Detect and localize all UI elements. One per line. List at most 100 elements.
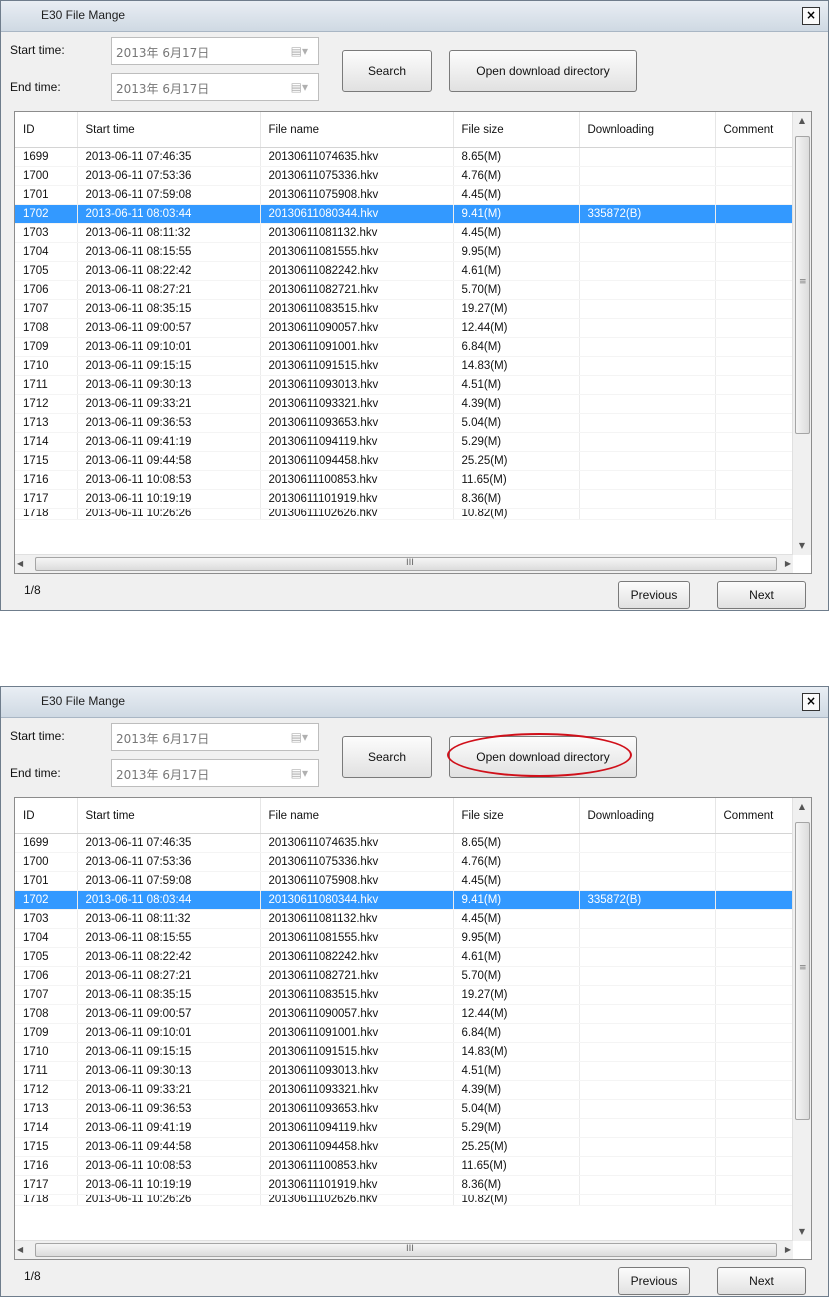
table-row[interactable]: 1716 2013-06-11 10:08:53 20130611100853.hk… [15,470,794,490]
table-row[interactable]: 1718 2013-06-11 10:26:26 20130611102626.hk… [15,1194,794,1206]
table-row[interactable]: 1713 2013-06-11 09:36:53 20130611093653.hk… [15,413,794,433]
table-row[interactable]: 1702 2013-06-11 08:03:44 20130611080344.hk… [15,204,794,224]
cell-file-name: 20130611081132.hkv [260,223,454,243]
table-row[interactable]: 1701 2013-06-11 07:59:08 20130611075908.hk… [15,871,794,891]
table-row[interactable]: 1707 2013-06-11 08:35:15 20130611083515.hk… [15,299,794,319]
next-button[interactable]: Next [717,581,806,609]
table-row[interactable]: 1704 2013-06-11 08:15:55 20130611081555.hk… [15,242,794,262]
next-button[interactable]: Next [717,1267,806,1295]
column-header-file-name[interactable]: File name [260,798,454,834]
scroll-left-icon[interactable]: ◀ [17,555,23,573]
table-row[interactable]: 1699 2013-06-11 07:46:35 20130611074635.hk… [15,147,794,167]
cell-file-size: 12.44(M) [453,1004,580,1024]
table-row[interactable]: 1718 2013-06-11 10:26:26 20130611102626.hk… [15,508,794,520]
calendar-icon[interactable]: ▤▾ [291,730,308,744]
column-header-id[interactable]: ID [15,112,78,148]
cell-file-name: 20130611075908.hkv [260,871,454,891]
column-header-comment[interactable]: Comment [715,112,794,148]
column-header-file-name[interactable]: File name [260,112,454,148]
search-button[interactable]: Search [342,50,432,92]
column-header-start-time[interactable]: Start time [77,112,261,148]
vertical-scroll-thumb[interactable]: ≡ [795,136,810,434]
start-time-picker[interactable]: 2013年 6月17日 ▤▾ [111,37,319,65]
table-row[interactable]: 1702 2013-06-11 08:03:44 20130611080344.hk… [15,890,794,910]
table-row[interactable]: 1708 2013-06-11 09:00:57 20130611090057.hk… [15,1004,794,1024]
column-header-file-size[interactable]: File size [453,112,580,148]
table-row[interactable]: 1712 2013-06-11 09:33:21 20130611093321.hk… [15,394,794,414]
vertical-scrollbar[interactable]: ▲ ≡ ▼ [792,798,811,1241]
search-button[interactable]: Search [342,736,432,778]
table-row[interactable]: 1706 2013-06-11 08:27:21 20130611082721.hk… [15,966,794,986]
table-row[interactable]: 1716 2013-06-11 10:08:53 20130611100853.hk… [15,1156,794,1176]
start-time-picker[interactable]: 2013年 6月17日 ▤▾ [111,723,319,751]
table-row[interactable]: 1700 2013-06-11 07:53:36 20130611075336.hk… [15,166,794,186]
table-row[interactable]: 1706 2013-06-11 08:27:21 20130611082721.hk… [15,280,794,300]
vertical-scrollbar[interactable]: ▲ ≡ ▼ [792,112,811,555]
scroll-up-icon[interactable]: ▲ [793,112,811,130]
cell-start-time: 2013-06-11 09:33:21 [77,1080,261,1100]
close-icon[interactable]: × [802,7,820,25]
column-header-id[interactable]: ID [15,798,78,834]
column-header-downloading[interactable]: Downloading [579,112,716,148]
table-row[interactable]: 1711 2013-06-11 09:30:13 20130611093013.hk… [15,375,794,395]
table-row[interactable]: 1707 2013-06-11 08:35:15 20130611083515.hk… [15,985,794,1005]
table-row[interactable]: 1717 2013-06-11 10:19:19 20130611101919.hk… [15,489,794,509]
file-manager-window: E30 File Mange × Start time: 2013年 6月17日… [0,686,829,1297]
table-row[interactable]: 1709 2013-06-11 09:10:01 20130611091001.hk… [15,337,794,357]
table-row[interactable]: 1699 2013-06-11 07:46:35 20130611074635.hk… [15,833,794,853]
scroll-down-icon[interactable]: ▼ [793,537,811,555]
table-row[interactable]: 1703 2013-06-11 08:11:32 20130611081132.hk… [15,909,794,929]
cell-start-time: 2013-06-11 09:10:01 [77,1023,261,1043]
column-header-start-time[interactable]: Start time [77,798,261,834]
table-row[interactable]: 1714 2013-06-11 09:41:19 20130611094119.hk… [15,432,794,452]
table-row[interactable]: 1700 2013-06-11 07:53:36 20130611075336.hk… [15,852,794,872]
cell-file-name: 20130611101919.hkv [260,489,454,509]
end-time-picker[interactable]: 2013年 6月17日 ▤▾ [111,73,319,101]
previous-button[interactable]: Previous [618,1267,690,1295]
table-row[interactable]: 1709 2013-06-11 09:10:01 20130611091001.hk… [15,1023,794,1043]
end-time-picker[interactable]: 2013年 6月17日 ▤▾ [111,759,319,787]
table-row[interactable]: 1711 2013-06-11 09:30:13 20130611093013.hk… [15,1061,794,1081]
table-row[interactable]: 1705 2013-06-11 08:22:42 20130611082242.hk… [15,947,794,967]
table-row[interactable]: 1703 2013-06-11 08:11:32 20130611081132.hk… [15,223,794,243]
column-header-downloading[interactable]: Downloading [579,798,716,834]
scroll-left-icon[interactable]: ◀ [17,1241,23,1259]
scroll-right-icon[interactable]: ▶ [785,555,791,573]
previous-button[interactable]: Previous [618,581,690,609]
calendar-icon[interactable]: ▤▾ [291,766,308,780]
calendar-icon[interactable]: ▤▾ [291,80,308,94]
table-row[interactable]: 1704 2013-06-11 08:15:55 20130611081555.hk… [15,928,794,948]
column-header-comment[interactable]: Comment [715,798,794,834]
cell-file-name: 20130611081555.hkv [260,928,454,948]
horizontal-scrollbar[interactable]: ◀ III ▶ [15,1240,793,1259]
table-row[interactable]: 1705 2013-06-11 08:22:42 20130611082242.hk… [15,261,794,281]
cell-file-name: 20130611091515.hkv [260,1042,454,1062]
table-row[interactable]: 1710 2013-06-11 09:15:15 20130611091515.hk… [15,1042,794,1062]
table-row[interactable]: 1713 2013-06-11 09:36:53 20130611093653.hk… [15,1099,794,1119]
cell-file-size: 4.45(M) [453,909,580,929]
table-row[interactable]: 1710 2013-06-11 09:15:15 20130611091515.hk… [15,356,794,376]
table-row[interactable]: 1708 2013-06-11 09:00:57 20130611090057.hk… [15,318,794,338]
scroll-right-icon[interactable]: ▶ [785,1241,791,1259]
horizontal-scroll-thumb[interactable]: III [35,557,777,571]
cell-file-name: 20130611074635.hkv [260,833,454,853]
cell-downloading [579,356,716,376]
table-row[interactable]: 1714 2013-06-11 09:41:19 20130611094119.hk… [15,1118,794,1138]
table-row[interactable]: 1715 2013-06-11 09:44:58 20130611094458.hk… [15,1137,794,1157]
vertical-scroll-thumb[interactable]: ≡ [795,822,810,1120]
table-row[interactable]: 1717 2013-06-11 10:19:19 20130611101919.hk… [15,1175,794,1195]
table-row[interactable]: 1715 2013-06-11 09:44:58 20130611094458.hk… [15,451,794,471]
table-row[interactable]: 1701 2013-06-11 07:59:08 20130611075908.hk… [15,185,794,205]
calendar-icon[interactable]: ▤▾ [291,44,308,58]
scroll-up-icon[interactable]: ▲ [793,798,811,816]
horizontal-scrollbar[interactable]: ◀ III ▶ [15,554,793,573]
cell-downloading [579,299,716,319]
grip-icon: III [406,558,414,568]
scroll-down-icon[interactable]: ▼ [793,1223,811,1241]
close-icon[interactable]: × [802,693,820,711]
open-download-directory-button[interactable]: Open download directory [449,50,637,92]
table-row[interactable]: 1712 2013-06-11 09:33:21 20130611093321.hk… [15,1080,794,1100]
cell-comment [715,947,794,967]
column-header-file-size[interactable]: File size [453,798,580,834]
horizontal-scroll-thumb[interactable]: III [35,1243,777,1257]
